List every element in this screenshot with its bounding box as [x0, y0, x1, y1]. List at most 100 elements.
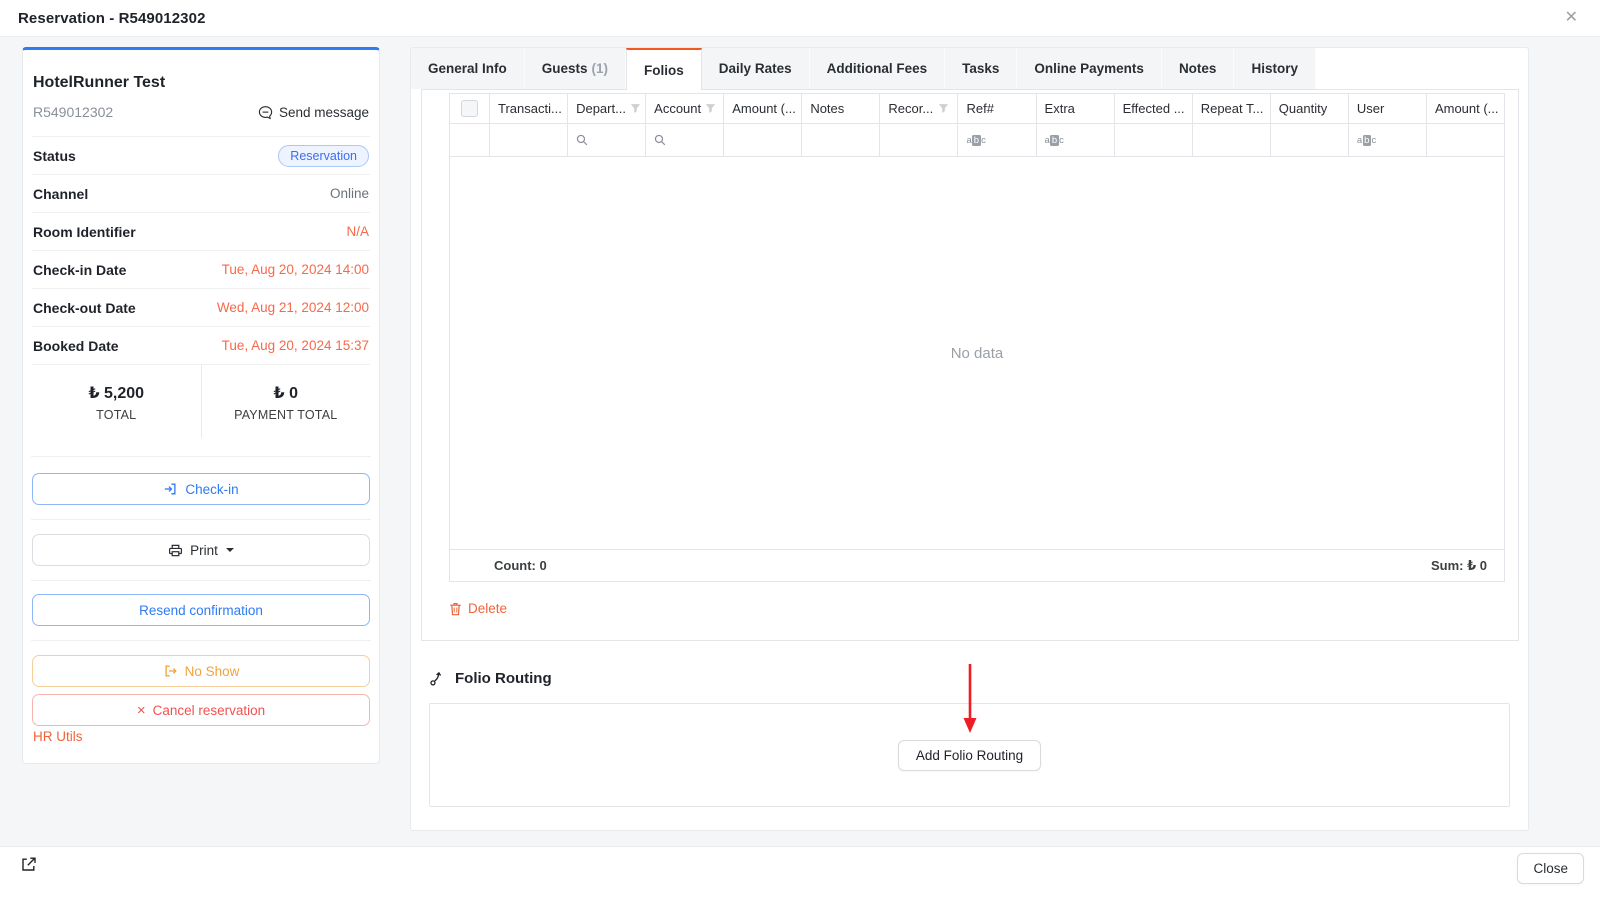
tab-guests[interactable]: Guests(1)	[525, 48, 626, 89]
column-header-effected[interactable]: Effected ...	[1115, 94, 1193, 123]
message-bubble-icon	[258, 105, 273, 120]
folio-routing-title: Folio Routing	[455, 670, 552, 687]
cancel-reservation-label: Cancel reservation	[153, 703, 266, 718]
column-header-extra[interactable]: Extra	[1037, 94, 1115, 123]
print-label: Print	[190, 543, 218, 558]
tab-online-payments[interactable]: Online Payments	[1017, 48, 1162, 89]
filter-funnel-icon[interactable]	[626, 103, 641, 114]
select-all-checkbox[interactable]	[461, 100, 478, 117]
close-icon[interactable]: ✕	[1561, 6, 1582, 30]
filter-funnel-icon[interactable]	[934, 103, 949, 114]
tab-general-info[interactable]: General Info	[411, 48, 525, 89]
divider	[31, 456, 371, 457]
folios-grid: Transacti...Depart...AccountAmount (...N…	[449, 93, 1505, 582]
filter-cell-transacti[interactable]	[490, 124, 568, 156]
filter-cell-amount[interactable]	[724, 124, 802, 156]
close-button[interactable]: Close	[1517, 853, 1584, 884]
page-title: Reservation - R549012302	[18, 10, 206, 27]
annotation-arrow-down	[962, 663, 978, 735]
trash-icon	[449, 602, 462, 616]
modal-header: Reservation - R549012302 ✕	[0, 0, 1600, 37]
add-folio-routing-button[interactable]: Add Folio Routing	[898, 740, 1041, 771]
column-header-quantity[interactable]: Quantity	[1271, 94, 1349, 123]
filter-cell-notes[interactable]	[802, 124, 880, 156]
tab-additional-fees[interactable]: Additional Fees	[810, 48, 946, 89]
grid-empty-state: No data	[450, 157, 1504, 549]
send-message-label: Send message	[279, 105, 369, 120]
divider	[31, 640, 371, 641]
reservation-info-list: StatusReservationChannelOnlineRoom Ident…	[32, 136, 370, 364]
column-header-transacti[interactable]: Transacti...	[490, 94, 568, 123]
check-in-label: Check-in	[185, 482, 238, 497]
tab-label: Notes	[1179, 61, 1217, 76]
column-header-repeat-t[interactable]: Repeat T...	[1193, 94, 1271, 123]
cancel-reservation-button[interactable]: × Cancel reservation	[32, 694, 370, 726]
column-title: Ref#	[966, 101, 993, 116]
column-title: Effected ...	[1123, 101, 1185, 116]
payment-total-amount: ₺ 0	[202, 383, 371, 403]
column-header-account[interactable]: Account	[646, 94, 724, 123]
column-title: User	[1357, 101, 1384, 116]
send-message-button[interactable]: Send message	[258, 105, 369, 120]
filter-cell-depart[interactable]	[568, 124, 646, 156]
column-header-notes[interactable]: Notes	[802, 94, 880, 123]
column-header-amount[interactable]: Amount (...	[724, 94, 802, 123]
column-header-recor[interactable]: Recor...	[880, 94, 958, 123]
tab-label: Folios	[644, 63, 684, 78]
tab-count-badge: (1)	[592, 61, 609, 76]
search-icon[interactable]	[576, 134, 588, 146]
reservation-summary-card: HotelRunner Test R549012302 Send message…	[22, 47, 380, 764]
column-header-ref[interactable]: Ref#	[958, 94, 1036, 123]
sign-in-icon	[163, 482, 178, 496]
column-header-user[interactable]: User	[1349, 94, 1427, 123]
filter-cell-user[interactable]: abc	[1349, 124, 1427, 156]
no-show-button[interactable]: No Show	[32, 655, 370, 687]
tab-history[interactable]: History	[1234, 48, 1316, 89]
search-icon[interactable]	[654, 134, 666, 146]
chevron-down-icon	[226, 548, 234, 552]
hr-utils-link[interactable]: HR Utils	[32, 729, 370, 744]
filter-cell-effected[interactable]	[1115, 124, 1193, 156]
filter-funnel-icon[interactable]	[701, 103, 716, 114]
filter-cell-account[interactable]	[646, 124, 724, 156]
info-row-room-identifier: Room IdentifierN/A	[32, 212, 370, 250]
tab-daily-rates[interactable]: Daily Rates	[702, 48, 810, 89]
delete-button[interactable]: Delete	[449, 601, 507, 616]
filter-cell-repeat-t[interactable]	[1193, 124, 1271, 156]
info-row-booked-date: Booked DateTue, Aug 20, 2024 15:37	[32, 326, 370, 364]
divider	[31, 519, 371, 520]
payment-total-label: PAYMENT TOTAL	[202, 408, 371, 422]
column-title: Extra	[1045, 101, 1075, 116]
tab-tasks[interactable]: Tasks	[945, 48, 1017, 89]
total-amount: ₺ 5,200	[32, 383, 201, 403]
filter-cell-quantity[interactable]	[1271, 124, 1349, 156]
share-button[interactable]	[18, 853, 40, 875]
abc-filter-icon[interactable]: abc	[1045, 135, 1064, 146]
column-select-all[interactable]	[450, 94, 490, 123]
column-title: Notes	[810, 101, 844, 116]
modal-footer: Close	[0, 846, 1600, 914]
column-header-depart[interactable]: Depart...	[568, 94, 646, 123]
check-in-button[interactable]: Check-in	[32, 473, 370, 505]
filter-cell-ref[interactable]: abc	[958, 124, 1036, 156]
tab-label: Online Payments	[1034, 61, 1144, 76]
filter-cell-extra[interactable]: abc	[1037, 124, 1115, 156]
tab-notes[interactable]: Notes	[1162, 48, 1235, 89]
sign-out-icon	[163, 664, 178, 678]
filter-cell-amount[interactable]	[1427, 124, 1504, 156]
filter-cell-recor[interactable]	[880, 124, 958, 156]
folio-routing-heading: Folio Routing	[429, 670, 552, 687]
tab-label: History	[1251, 61, 1298, 76]
tab-folios[interactable]: Folios	[626, 48, 702, 90]
abc-filter-icon[interactable]: abc	[966, 135, 985, 146]
tab-strip: General InfoGuests(1) Folios Daily RatesAd…	[411, 48, 1528, 89]
info-label: Check-in Date	[33, 262, 126, 278]
column-title: Amount (...	[1435, 101, 1499, 116]
column-header-amount[interactable]: Amount (...	[1427, 94, 1504, 123]
routing-icon	[429, 670, 446, 687]
print-button[interactable]: Print	[32, 534, 370, 566]
info-label: Booked Date	[33, 338, 119, 354]
resend-confirmation-button[interactable]: Resend confirmation	[32, 594, 370, 626]
abc-filter-icon[interactable]: abc	[1357, 135, 1376, 146]
column-title: Quantity	[1279, 101, 1327, 116]
